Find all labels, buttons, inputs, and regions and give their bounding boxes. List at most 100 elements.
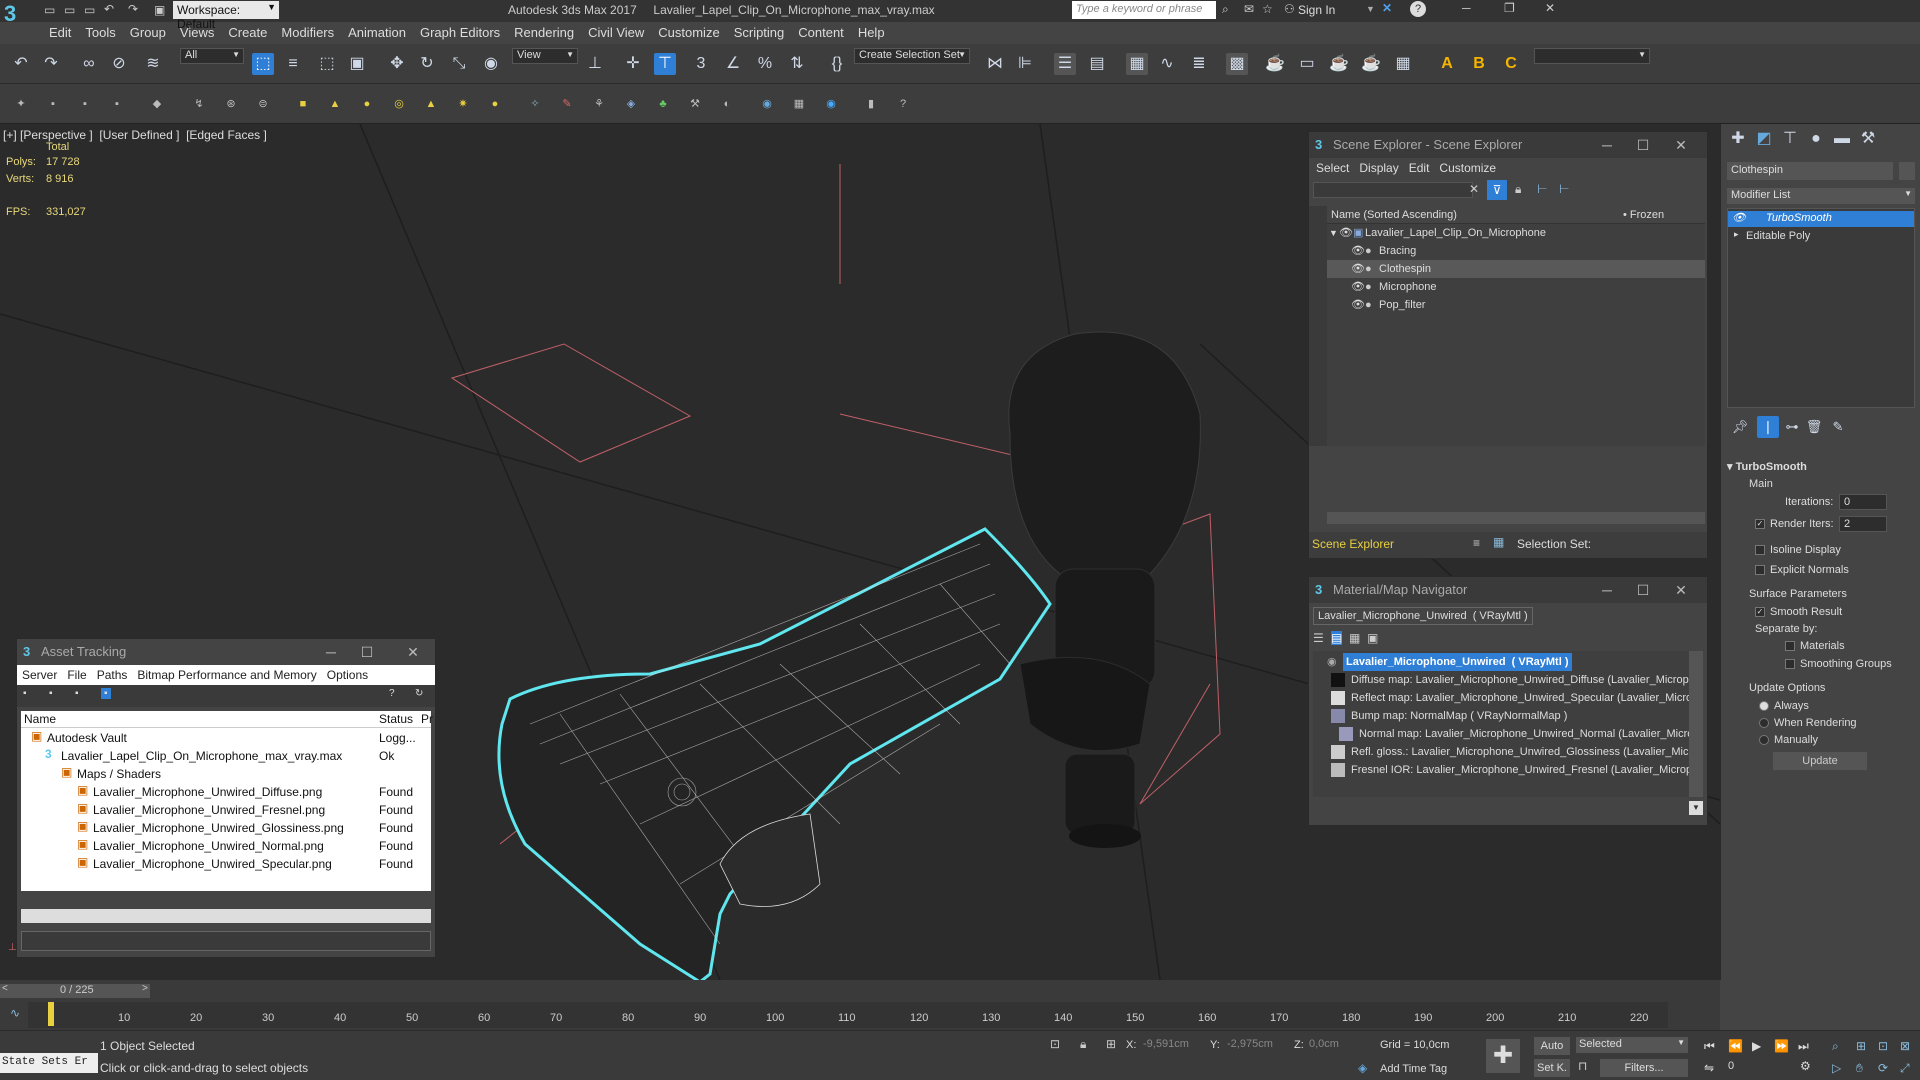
tool-icon-5[interactable]: ◆ [148, 95, 166, 113]
tool-icon-6[interactable]: ↯ [190, 95, 208, 113]
selection-filter-dropdown[interactable]: All ▼ [180, 48, 244, 64]
create-tab-icon[interactable]: ✚ [1727, 128, 1749, 150]
keyboard-shortcut-icon[interactable]: ⊤ [654, 53, 676, 75]
undo-icon[interactable]: ↶ [10, 53, 32, 75]
iterations-spinner[interactable]: 0 [1839, 494, 1887, 510]
tool-icon-8[interactable]: ⊜ [254, 95, 272, 113]
close-icon[interactable]: ✕ [1667, 577, 1695, 603]
key-filter-dropdown[interactable]: Selected ▼ [1576, 1037, 1688, 1053]
close-icon[interactable]: ✕ [1545, 1, 1555, 15]
menu-civil-view[interactable]: Civil View [581, 22, 651, 43]
modifier-stack-item[interactable]: 👁︎ TurboSmooth [1728, 211, 1914, 227]
materials-checkbox[interactable] [1785, 641, 1795, 652]
save-file-icon[interactable]: ▭ [84, 3, 95, 17]
render-setup-icon[interactable]: ☕ [1264, 53, 1286, 75]
search-input[interactable]: Type a keyword or phrase [1072, 1, 1216, 19]
at-path-field[interactable] [21, 931, 431, 951]
key-mode-toggle-icon[interactable]: ⇋ [1704, 1061, 1714, 1075]
time-tag-icon[interactable]: ◈ [1358, 1061, 1367, 1075]
tool-icon-10[interactable]: ✎ [558, 95, 576, 113]
disc-icon[interactable]: ● [486, 95, 504, 113]
menu-edit[interactable]: Edit [42, 22, 78, 43]
material-root-row[interactable]: ◉ Lavalier_Microphone_Unwired ( VRayMtl … [1313, 653, 1689, 671]
render-iters-checkbox[interactable]: ✓ [1755, 519, 1765, 530]
update-button[interactable]: Update [1773, 752, 1867, 770]
smoothing-groups-row[interactable]: Smoothing Groups [1785, 658, 1892, 670]
menu-graph-editors[interactable]: Graph Editors [413, 22, 507, 43]
go-to-end-icon[interactable]: ⏭ [1798, 1039, 1809, 1054]
ref-coord-dropdown[interactable]: View ▼ [512, 48, 578, 64]
rendered-frame-icon[interactable]: ▭ [1296, 53, 1318, 75]
motion-tab-icon[interactable]: ● [1805, 128, 1827, 150]
scale-icon[interactable]: ⤡ [448, 53, 470, 75]
maximize-icon[interactable]: ☐ [1629, 132, 1657, 158]
tool-icon-18[interactable]: ◉ [822, 95, 840, 113]
zoom-extents-icon[interactable]: ⊡ [1878, 1039, 1888, 1053]
tree-row[interactable]: 👁︎ ● Bracing [1327, 242, 1705, 260]
modifier-list-dropdown[interactable]: Modifier List ▼ [1727, 188, 1915, 204]
move-icon[interactable]: ✥ [386, 53, 408, 75]
at-tool-icon[interactable]: ▪ [49, 688, 53, 699]
isoline-row[interactable]: Isoline Display [1755, 544, 1841, 556]
modify-tab-icon[interactable]: ◩ [1753, 128, 1775, 150]
prev-frame-icon[interactable]: < [2, 983, 8, 994]
table-row[interactable]: ▣ Maps / Shaders [21, 765, 431, 783]
auto-key-button[interactable]: Auto [1534, 1037, 1570, 1055]
curve-editor-icon[interactable]: ∿ [1156, 53, 1178, 75]
key-mode-icon[interactable]: ✚ [1486, 1039, 1520, 1073]
minimize-icon[interactable]: ─ [1593, 577, 1621, 603]
tool-icon-16[interactable]: ◉ [758, 95, 776, 113]
named-selection-dropdown[interactable]: Create Selection Set ▼ [854, 48, 970, 64]
always-radio[interactable] [1759, 701, 1769, 712]
help-icon[interactable]: ? [1410, 1, 1426, 17]
x-field[interactable]: -9,591cm [1140, 1037, 1204, 1053]
ribbon-toggle-icon[interactable]: ▦ [1126, 53, 1148, 75]
map-row[interactable]: Normal map: Lavalier_Microphone_Unwired_… [1313, 725, 1689, 743]
at-menu-server[interactable]: Server [17, 668, 62, 682]
lock-icon[interactable]: 🔒︎ [1515, 182, 1521, 197]
filters-button[interactable]: Filters... [1600, 1059, 1688, 1077]
se-menu-select[interactable]: Select [1311, 161, 1354, 175]
when-rendering-row[interactable]: When Rendering [1759, 717, 1857, 729]
place-icon[interactable]: ◉ [480, 53, 502, 75]
orbit-icon[interactable]: ⟳ [1878, 1061, 1888, 1075]
render-production-icon[interactable]: ☕ [1328, 53, 1350, 75]
minimize-icon[interactable]: ─ [1593, 132, 1621, 158]
list-view-icon[interactable]: ☰ [1313, 631, 1324, 645]
tool-icon-14[interactable]: ⚒ [686, 95, 704, 113]
tool-icon-13[interactable]: ♣ [654, 95, 672, 113]
eye-icon[interactable]: 👁︎ [1351, 296, 1365, 314]
explicit-normals-checkbox[interactable] [1755, 565, 1765, 576]
hierarchy-tab-icon[interactable]: ⊤ [1779, 128, 1801, 150]
manually-radio[interactable] [1759, 735, 1769, 746]
play-icon[interactable]: ▶ [1752, 1039, 1761, 1053]
time-marker[interactable] [48, 1002, 54, 1026]
smooth-result-checkbox[interactable]: ✓ [1755, 607, 1765, 618]
percent-snap-icon[interactable]: % [754, 53, 776, 75]
tree-row[interactable]: 👁︎ ● Pop_filter [1327, 296, 1705, 314]
edit-named-sets-icon[interactable]: {} [826, 53, 848, 75]
maximize-icon[interactable]: ☐ [1629, 577, 1657, 603]
materials-row[interactable]: Materials [1785, 640, 1845, 652]
pivot-center-icon[interactable]: ⊥ [584, 53, 606, 75]
hierarchy-alt-icon[interactable]: ⊢ [1559, 182, 1569, 196]
scene-explorer-toggle-icon[interactable]: ☰ [1054, 53, 1076, 75]
remove-modifier-icon[interactable]: 🗑︎ [1803, 416, 1825, 438]
empty-dropdown[interactable]: ▼ [1534, 48, 1650, 64]
render-frame-window-icon[interactable]: ▦ [1392, 53, 1414, 75]
list-icons-view-icon[interactable]: ▤ [1331, 631, 1343, 645]
pyramid-icon[interactable]: ▲ [422, 95, 440, 113]
render-iterative-icon[interactable]: ☕ [1360, 53, 1382, 75]
cone-icon[interactable]: ▲ [326, 95, 344, 113]
table-row[interactable]: ▣ Lavalier_Microphone_Unwired_Specular.pn… [21, 855, 431, 873]
at-col-status[interactable]: Status [379, 712, 413, 726]
utilities-tab-icon[interactable]: ⚒ [1857, 128, 1879, 150]
tree-row-selected[interactable]: 👁︎ ● Clothespin [1327, 260, 1705, 278]
subscription-icon[interactable]: ✉ [1244, 2, 1254, 16]
object-name-field[interactable]: Clothespin [1727, 162, 1893, 180]
tree-row[interactable]: 👁︎ ● Microphone [1327, 278, 1705, 296]
at-menu-paths[interactable]: Paths [92, 668, 133, 682]
zoom-extents-all-icon[interactable]: ⊠ [1900, 1039, 1910, 1053]
tool-icon-3[interactable]: ▪ [76, 95, 94, 113]
link-icon[interactable]: ∞ [78, 53, 100, 75]
